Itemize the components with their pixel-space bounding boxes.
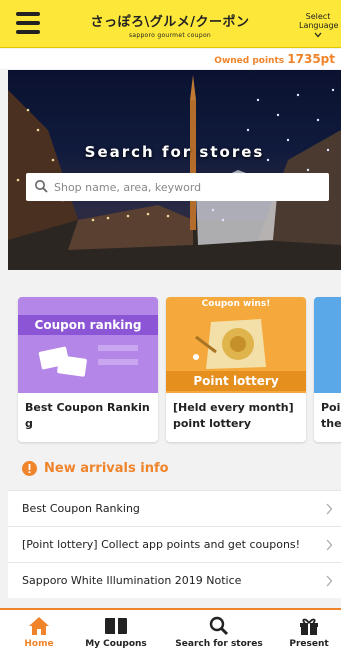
tab-home[interactable]: Home [18, 616, 60, 649]
card-title: [Held every month] point lottery [173, 401, 294, 430]
news-item-label: [Point lottery] Collect app points and g… [22, 538, 301, 551]
news-item[interactable]: [Point lottery] Collect app points and g… [8, 526, 341, 562]
coupon-ranking-card[interactable]: Coupon ranking Best Coupon Rankin g [18, 297, 158, 442]
coupon-ranking-image: Coupon ranking [18, 297, 158, 393]
tab-label: Search for stores [175, 639, 263, 649]
news-item[interactable]: Sapporo White Illumination 2019 Notice [8, 562, 341, 598]
home-icon [29, 617, 49, 635]
tab-my-coupons[interactable]: My Coupons [78, 616, 154, 649]
point-lottery-image: Coupon wins! Point lottery [166, 297, 306, 393]
feature-carousel[interactable]: Coupon ranking Best Coupon Rankin g Coup… [0, 270, 341, 458]
chevron-right-icon [326, 539, 333, 551]
card-banner: Point lottery [166, 371, 306, 391]
hamburger-menu-icon[interactable] [16, 12, 40, 34]
logo-text: さっぽろ\グルメ/クーポン [90, 15, 250, 30]
news-list: Best Coupon Ranking [Point lottery] Coll… [8, 490, 341, 598]
app-logo: さっぽろ\グルメ/クーポン sapporo gourmet coupon [80, 11, 260, 39]
new-arrivals-header: New arrivals info [0, 458, 341, 488]
news-item[interactable]: Best Coupon Ranking [8, 490, 341, 526]
tab-label: Present [289, 639, 329, 649]
language-label-line2: Language [299, 21, 339, 30]
store-search-box[interactable] [26, 173, 329, 201]
section-title: New arrivals info [44, 461, 169, 476]
tab-label: Home [24, 639, 54, 649]
hero-banner: Search for stores [8, 70, 341, 270]
chevron-down-icon [314, 32, 322, 38]
coupon-book-icon [105, 618, 127, 634]
search-icon [35, 180, 48, 193]
search-icon [209, 616, 229, 636]
logo-subtitle: sapporo gourmet coupon [128, 32, 212, 39]
select-language-button[interactable]: Select Language [299, 12, 339, 39]
search-input[interactable] [54, 173, 324, 201]
owned-points: Owned points 1735pt [0, 49, 341, 69]
card-title: Best Coupon Rankin g [25, 401, 150, 430]
coupon-tickets-icon [38, 345, 138, 377]
bottom-tab-bar: Home My Coupons Search for stores Presen… [0, 608, 341, 657]
chevron-right-icon [326, 503, 333, 515]
news-item-label: Best Coupon Ranking [22, 502, 140, 515]
exclamation-icon [22, 461, 37, 476]
chevron-right-icon [326, 575, 333, 587]
language-label-line1: Select [305, 12, 331, 21]
points-card-image [314, 297, 341, 393]
tab-label: My Coupons [85, 639, 147, 649]
illumination-photo [8, 75, 341, 270]
owned-points-label: Owned points [214, 56, 288, 66]
app-header: さっぽろ\グルメ/クーポン sapporo gourmet coupon Sel… [0, 0, 341, 48]
hero-title: Search for stores [84, 143, 265, 161]
points-card[interactable]: Poi the [314, 297, 341, 442]
gift-icon [300, 618, 318, 635]
card-title: Poi the [321, 401, 341, 430]
news-item-label: Sapporo White Illumination 2019 Notice [22, 574, 242, 587]
tab-search-for-stores[interactable]: Search for stores [172, 616, 266, 649]
owned-points-value: 1735pt [287, 52, 335, 66]
point-lottery-card[interactable]: Coupon wins! Point lottery [Held every m… [166, 297, 306, 442]
tab-present[interactable]: Present [284, 616, 334, 649]
